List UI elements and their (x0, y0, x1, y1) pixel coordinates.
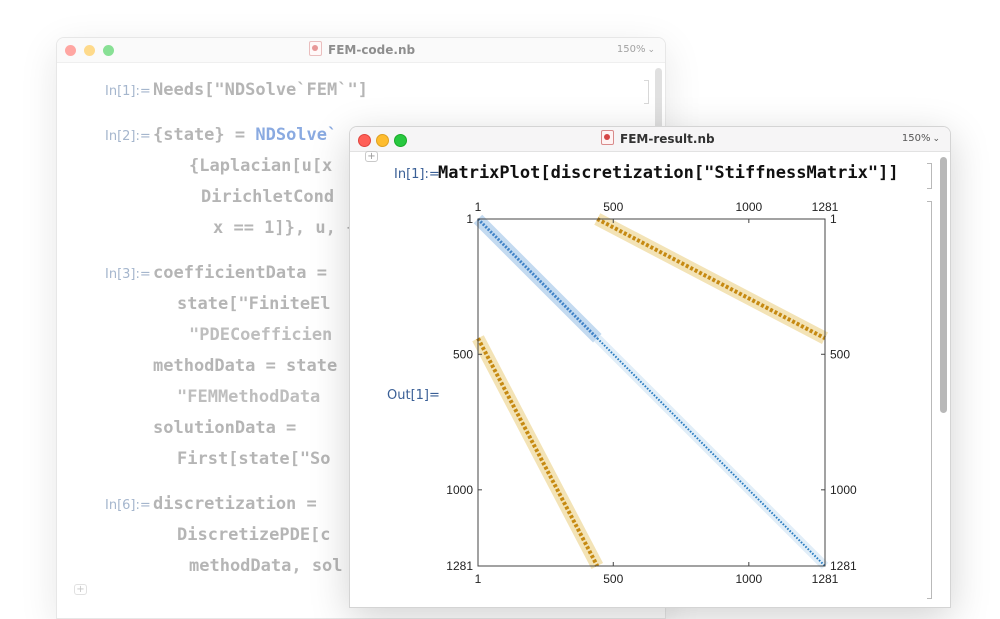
y-tick-label-right: 1 (830, 212, 837, 226)
x-tick-label-bottom: 500 (603, 572, 623, 586)
window-titlebar[interactable]: FEM-code.nb 150% ⌄ (57, 38, 665, 63)
x-tick-label-top: 500 (603, 200, 623, 214)
chevron-down-icon: ⌄ (932, 134, 940, 144)
code-line[interactable]: x == 1]}, u, { (213, 218, 356, 238)
notebook-file-icon (601, 130, 614, 145)
code-line[interactable]: "FEMMethodData (177, 387, 320, 407)
window-title: FEM-result.nb (601, 127, 715, 151)
code-line[interactable]: solutionData = (153, 418, 296, 438)
code-line[interactable]: DirichletCond (201, 187, 334, 207)
code-text: {state} = (153, 125, 256, 145)
zoom-value: 150% (901, 133, 931, 144)
window-title-text: FEM-code.nb (328, 43, 416, 57)
notebook-file-icon (309, 41, 322, 56)
code-line[interactable]: DiscretizePDE[c (177, 525, 331, 545)
cell-bracket[interactable] (644, 80, 649, 104)
input-label: In[3]:= (105, 267, 151, 282)
window-titlebar[interactable]: FEM-result.nb 150% ⌄ (350, 127, 950, 152)
minimize-button[interactable] (84, 45, 95, 56)
add-cell-button[interactable]: + (74, 584, 87, 595)
code-line[interactable]: {Laplacian[u[x (189, 156, 332, 176)
y-tick-label-right: 1000 (830, 483, 857, 497)
zoom-button[interactable] (103, 45, 114, 56)
input-label: In[1]:= (394, 167, 440, 182)
y-tick-label-left: 1000 (446, 483, 473, 497)
y-tick-label-right: 500 (830, 347, 850, 361)
window-title-text: FEM-result.nb (620, 132, 715, 146)
vertical-scrollbar[interactable] (940, 157, 947, 413)
add-cell-button[interactable]: + (365, 151, 378, 162)
x-tick-label-bottom: 1 (475, 572, 482, 586)
code-line[interactable]: coefficientData = (153, 263, 327, 283)
x-tick-label-bottom: 1281 (812, 572, 839, 586)
code-line[interactable]: "PDECoefficien (189, 325, 332, 345)
close-button[interactable] (358, 134, 371, 147)
close-button[interactable] (65, 45, 76, 56)
input-label: In[2]:= (105, 129, 151, 144)
input-label: In[6]:= (105, 498, 151, 513)
chevron-down-icon: ⌄ (647, 45, 655, 55)
input-cell-bracket[interactable] (927, 163, 932, 189)
y-tick-label-left: 1 (466, 212, 473, 226)
minimize-button[interactable] (376, 134, 389, 147)
zoom-menu[interactable]: 150% ⌄ (617, 38, 655, 62)
code-line[interactable]: First[state["So (177, 449, 331, 469)
zoom-button[interactable] (394, 134, 407, 147)
code-line[interactable]: discretization = (153, 494, 317, 514)
notebook-window-fem-result[interactable]: FEM-result.nb 150% ⌄ + In[1]:= MatrixPlot… (349, 126, 951, 608)
y-tick-label-right: 1281 (830, 559, 857, 573)
y-tick-label-left: 1281 (446, 559, 473, 573)
code-line[interactable]: state["FiniteEl (177, 294, 331, 314)
input-code[interactable]: MatrixPlot[discretization["StiffnessMatr… (438, 163, 899, 183)
code-keyword: NDSolve` (255, 125, 338, 145)
x-tick-label-bottom: 1000 (735, 572, 762, 586)
zoom-value: 150% (616, 44, 646, 55)
x-tick-label-top: 1000 (735, 200, 762, 214)
input-label: In[1]:= (105, 84, 151, 99)
matrix-plot: 1150050010001000128112811 1500 5001000 1000… (446, 200, 857, 586)
code-line[interactable]: {state} = NDSolve` (153, 125, 337, 145)
code-line[interactable]: Needs["NDSolve`FEM`"] (153, 80, 368, 100)
window-title: FEM-code.nb (309, 38, 415, 62)
y-tick-label-left: 500 (453, 347, 473, 361)
zoom-menu[interactable]: 150% ⌄ (902, 127, 940, 151)
x-tick-label-top: 1 (475, 200, 482, 214)
code-line[interactable]: methodData = state (153, 356, 337, 376)
output-cell-bracket[interactable] (927, 201, 932, 599)
code-line[interactable]: methodData, sol (189, 556, 343, 576)
